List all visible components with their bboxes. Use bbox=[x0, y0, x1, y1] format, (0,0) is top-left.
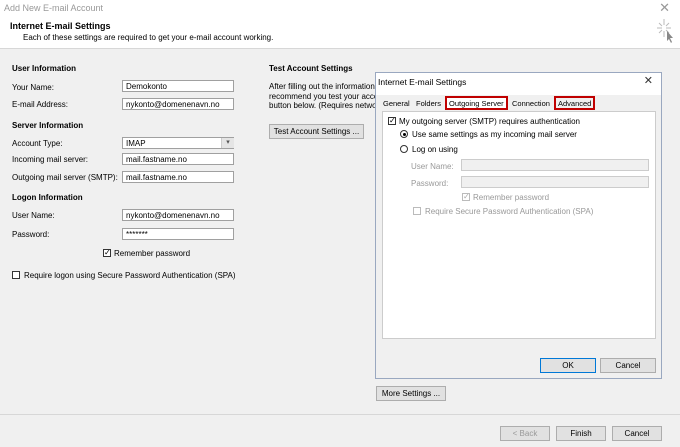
test-text-line1: After filling out the information bbox=[269, 82, 375, 91]
username-input[interactable]: nykonto@domenenavn.no bbox=[122, 209, 234, 221]
dialog-cancel-button[interactable]: Cancel bbox=[600, 358, 656, 373]
dialog-username-input[interactable] bbox=[461, 159, 649, 171]
back-button[interactable]: < Back bbox=[500, 426, 550, 441]
close-icon[interactable]: ✕ bbox=[659, 0, 670, 16]
requires-auth-label: My outgoing server (SMTP) requires authe… bbox=[399, 117, 580, 126]
test-account-settings-button[interactable]: Test Account Settings ... bbox=[269, 124, 364, 139]
dialog-remember-checkbox[interactable]: ✓ bbox=[462, 193, 470, 201]
page-title: Internet E-mail Settings bbox=[10, 21, 111, 31]
dialog-spa-label: Require Secure Password Authentication (… bbox=[425, 207, 594, 216]
footer-divider bbox=[0, 414, 680, 415]
outgoing-server-label: Outgoing mail server (SMTP): bbox=[12, 173, 118, 182]
cancel-button[interactable]: Cancel bbox=[612, 426, 662, 441]
tab-folders[interactable]: Folders bbox=[416, 99, 441, 109]
dialog-ok-button[interactable]: OK bbox=[540, 358, 596, 373]
remember-password-checkbox[interactable]: ✓ bbox=[103, 249, 111, 257]
more-settings-button[interactable]: More Settings ... bbox=[376, 386, 446, 401]
remember-password-label: Remember password bbox=[114, 249, 191, 258]
spa-label: Require logon using Secure Password Auth… bbox=[24, 271, 236, 280]
finish-button[interactable]: Finish bbox=[556, 426, 606, 441]
dialog-close-icon[interactable]: ✕ bbox=[644, 74, 653, 87]
tab-advanced[interactable]: Advanced bbox=[554, 96, 596, 110]
use-same-settings-label: Use same settings as my incoming mail se… bbox=[412, 130, 577, 139]
tab-connection[interactable]: Connection bbox=[512, 99, 550, 109]
use-same-settings-radio[interactable] bbox=[400, 130, 408, 138]
user-info-heading: User Information bbox=[12, 64, 77, 73]
outgoing-server-input[interactable]: mail.fastname.no bbox=[122, 171, 234, 183]
test-settings-heading: Test Account Settings bbox=[269, 64, 353, 73]
page-subtitle: Each of these settings are required to g… bbox=[23, 33, 274, 42]
tab-general[interactable]: General bbox=[383, 99, 410, 109]
internet-email-settings-dialog: Internet E-mail Settings ✕ General Folde… bbox=[375, 72, 662, 379]
dialog-password-label: Password: bbox=[411, 179, 449, 188]
requires-auth-checkbox[interactable]: ✓ bbox=[388, 117, 396, 125]
dialog-username-label: User Name: bbox=[411, 162, 454, 171]
dialog-spa-checkbox[interactable] bbox=[413, 207, 421, 215]
incoming-server-input[interactable]: mail.fastname.no bbox=[122, 153, 234, 165]
test-text-line2: recommend you test your acco bbox=[269, 92, 379, 101]
email-label: E-mail Address: bbox=[12, 100, 69, 109]
account-type-select[interactable]: IMAP bbox=[122, 137, 234, 149]
sparkle-icon bbox=[657, 19, 673, 43]
log-on-using-label: Log on using bbox=[412, 145, 458, 154]
spa-checkbox[interactable] bbox=[12, 271, 20, 279]
log-on-using-radio[interactable] bbox=[400, 145, 408, 153]
incoming-server-label: Incoming mail server: bbox=[12, 155, 89, 164]
chevron-down-icon[interactable]: ▾ bbox=[221, 138, 234, 148]
window-title: Add New E-mail Account bbox=[4, 3, 104, 13]
tab-outgoing-server[interactable]: Outgoing Server bbox=[445, 96, 508, 110]
password-label: Password: bbox=[12, 230, 50, 239]
dialog-remember-label: Remember password bbox=[473, 193, 550, 202]
server-info-heading: Server Information bbox=[12, 121, 84, 130]
dialog-password-input[interactable] bbox=[461, 176, 649, 188]
username-label: User Name: bbox=[12, 211, 55, 220]
your-name-input[interactable]: Demokonto bbox=[122, 80, 234, 92]
dialog-title: Internet E-mail Settings bbox=[378, 77, 467, 87]
password-input[interactable]: ******* bbox=[122, 228, 234, 240]
your-name-label: Your Name: bbox=[12, 83, 54, 92]
logon-info-heading: Logon Information bbox=[12, 193, 83, 202]
account-type-label: Account Type: bbox=[12, 139, 63, 148]
account-type-value: IMAP bbox=[126, 139, 146, 148]
email-input[interactable]: nykonto@domenenavn.no bbox=[122, 98, 234, 110]
test-text-line3: button below. (Requires netwo bbox=[269, 101, 377, 110]
